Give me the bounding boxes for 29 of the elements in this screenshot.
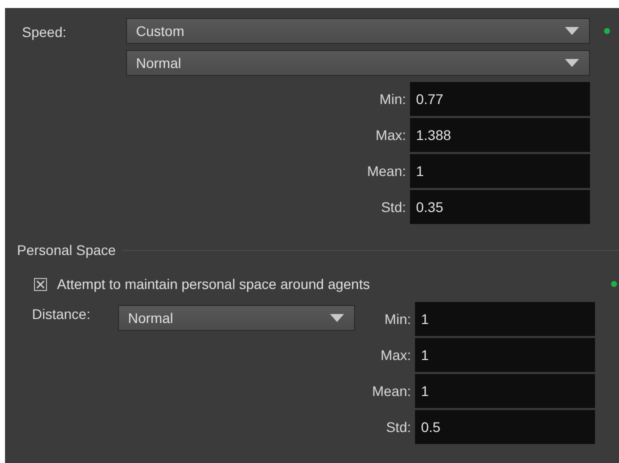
input-field[interactable]: 1: [410, 154, 590, 188]
input-field[interactable]: 0.5: [415, 410, 595, 444]
caret-icon: [565, 59, 579, 67]
field-label: Max:: [376, 127, 406, 143]
distance-label: Distance:: [32, 305, 92, 322]
field-label: Mean:: [367, 163, 406, 179]
field-label: Std:: [386, 419, 411, 435]
distribution-dropdown[interactable]: Normal: [126, 50, 590, 76]
caret-icon: [565, 27, 579, 35]
field-label: Max:: [380, 347, 411, 363]
field-label: Min:: [384, 311, 411, 327]
input-field[interactable]: 1: [415, 374, 595, 408]
field-label: Mean:: [372, 383, 411, 399]
checkbox[interactable]: [34, 278, 47, 290]
checkbox-label: Attempt to maintain personal space around agents: [57, 276, 370, 292]
input-field[interactable]: 1: [415, 338, 595, 372]
input-field[interactable]: 0.77: [410, 82, 590, 116]
preset-dropdown[interactable]: Custom: [126, 18, 590, 44]
caret-icon: [330, 314, 344, 322]
field-label: Min:: [380, 91, 406, 107]
input-field[interactable]: 0.35: [410, 190, 590, 224]
speed-label: Speed:: [22, 23, 68, 40]
status-dot-icon: [604, 28, 610, 34]
field-label: Std:: [381, 199, 406, 215]
input-field[interactable]: 1: [415, 302, 595, 336]
status-dot-icon: [611, 281, 617, 287]
input-field[interactable]: 1.388: [410, 118, 590, 152]
distance-dropdown[interactable]: Normal: [118, 305, 355, 331]
section-title: Personal Space: [17, 242, 116, 258]
